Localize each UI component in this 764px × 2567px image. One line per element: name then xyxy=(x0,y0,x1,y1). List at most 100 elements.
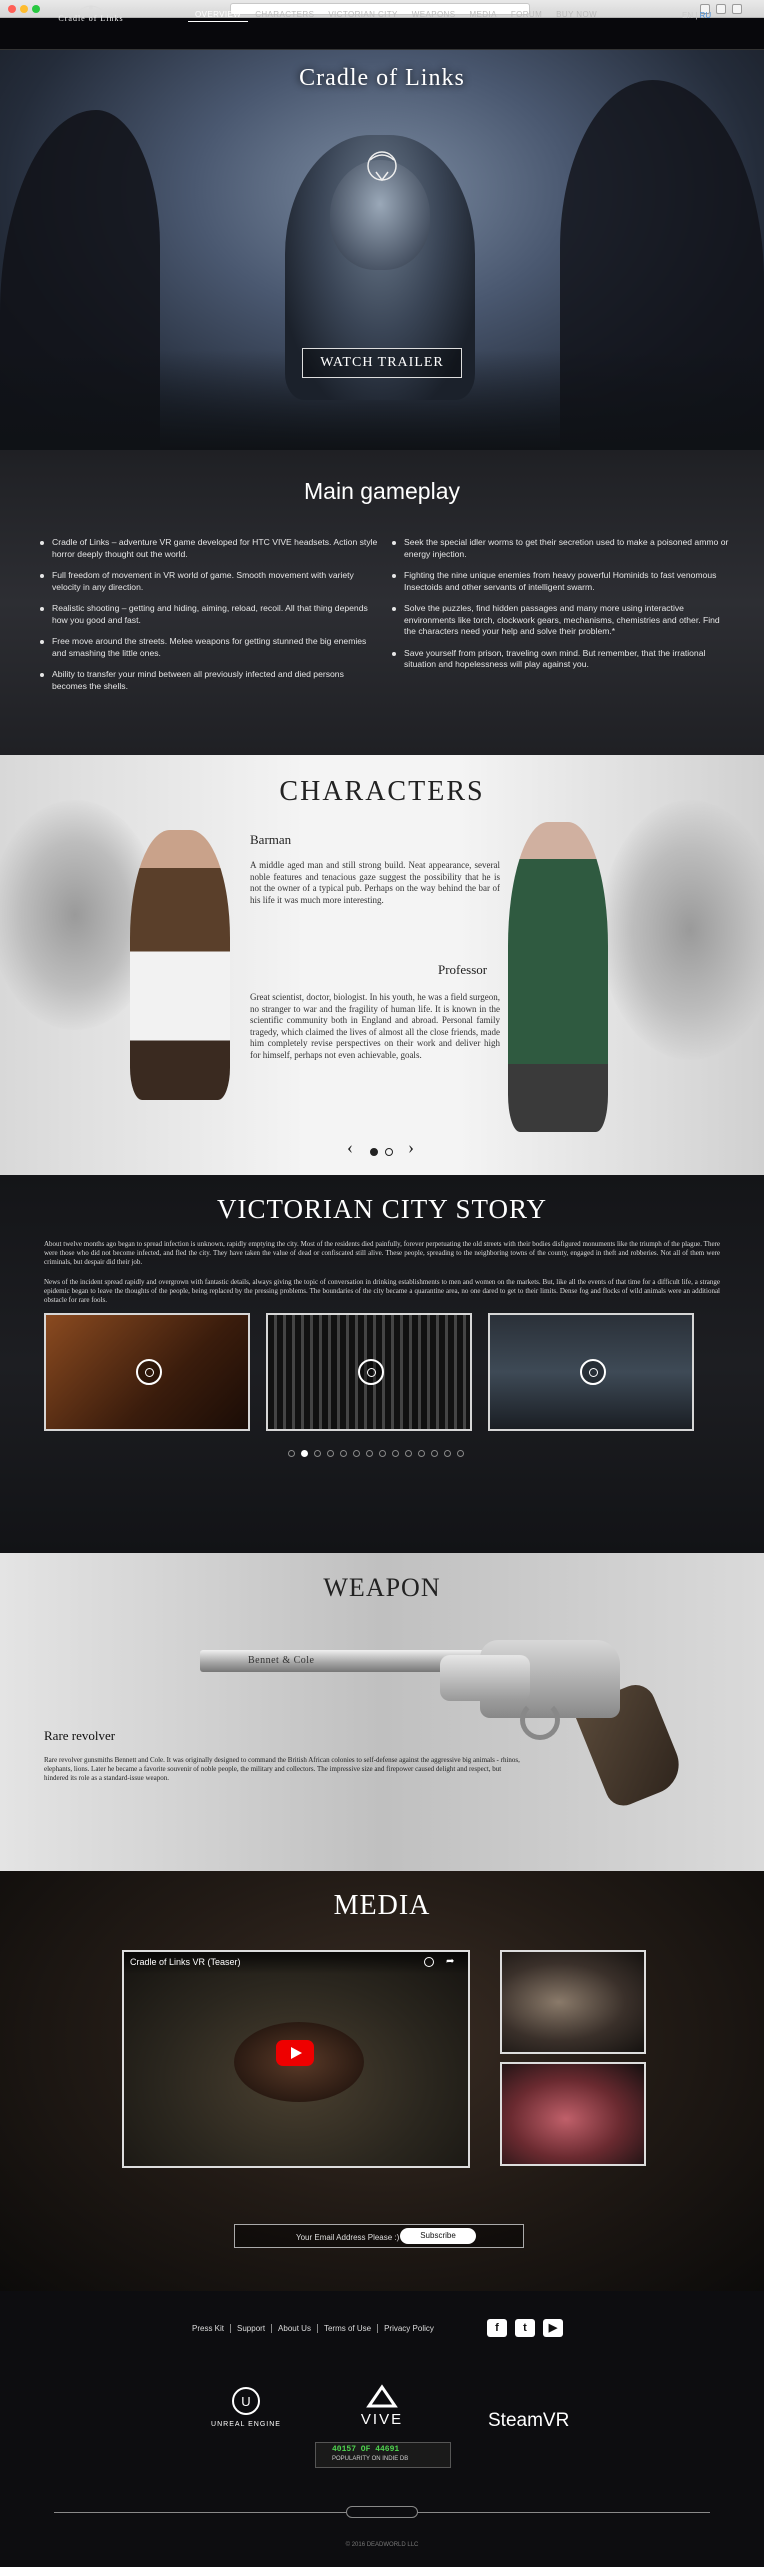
weapon-title: WEAPON xyxy=(323,1573,441,1602)
footer-link-about-us[interactable]: About Us xyxy=(272,2324,318,2333)
vive-label: VIVE xyxy=(360,2411,404,2428)
gallery-dot[interactable] xyxy=(353,1450,360,1457)
indiedb-label: POPULARITY ON INDIE DB xyxy=(332,2456,409,2462)
carousel-dot-1[interactable] xyxy=(370,1148,378,1156)
zoom-icon[interactable] xyxy=(136,1359,162,1385)
vive-logo[interactable]: VIVE xyxy=(348,2384,416,2428)
twitter-icon[interactable]: t xyxy=(515,2319,535,2337)
professor-figure xyxy=(508,822,608,1132)
zoom-icon[interactable] xyxy=(580,1359,606,1385)
site-logo[interactable]: Cradle of Links xyxy=(52,2,130,30)
subscribe-button[interactable]: Subscribe xyxy=(400,2228,476,2244)
language-switcher: EN | RU xyxy=(682,11,712,20)
gameplay-list-right: Seek the special idler worms to get thei… xyxy=(390,537,730,681)
gallery-dot[interactable] xyxy=(379,1450,386,1457)
list-item: Cradle of Links – adventure VR game deve… xyxy=(38,537,378,560)
gallery-dot[interactable] xyxy=(444,1450,451,1457)
footer-ornament xyxy=(346,2506,418,2518)
clock-icon[interactable] xyxy=(424,1957,434,1967)
professor-description: Great scientist, doctor, biologist. In h… xyxy=(250,992,500,1060)
hero-emblem-icon xyxy=(362,146,402,186)
unreal-icon: U xyxy=(232,2387,260,2415)
footer-link-terms[interactable]: Terms of Use xyxy=(318,2324,379,2333)
vive-icon xyxy=(366,2384,398,2408)
footer-link-press-kit[interactable]: Press Kit xyxy=(186,2324,232,2333)
footer-links: Press Kit Support About Us Terms of Use … xyxy=(186,2324,440,2333)
screenshot-1[interactable] xyxy=(44,1313,250,1431)
list-item: Fighting the nine unique enemies from he… xyxy=(390,570,730,593)
gallery-dot[interactable] xyxy=(301,1450,308,1457)
nav-link-characters[interactable]: CHARACTERS xyxy=(248,10,321,22)
characters-prev-button[interactable]: ‹ xyxy=(347,1137,353,1158)
indiedb-badge[interactable]: 40157 OF 44691 POPULARITY ON INDIE DB xyxy=(315,2442,451,2468)
video-player[interactable]: Cradle of Links VR (Teaser) ➦ xyxy=(122,1950,470,2168)
list-item: Realistic shooting – getting and hiding,… xyxy=(38,603,378,626)
lang-en[interactable]: EN xyxy=(682,11,693,20)
window-zoom-button[interactable] xyxy=(32,5,40,13)
add-tab-browser-icon[interactable] xyxy=(732,4,742,14)
logo-text: Cradle of Links xyxy=(58,14,124,23)
revolver-cylinder xyxy=(440,1655,530,1701)
list-item: Full freedom of movement in VR world of … xyxy=(38,570,378,593)
screenshot-2[interactable] xyxy=(266,1313,472,1431)
media-thumb-creature[interactable] xyxy=(500,1950,646,2054)
gallery-dot[interactable] xyxy=(431,1450,438,1457)
watch-trailer-button[interactable]: WATCH TRAILER xyxy=(302,348,462,378)
victorian-paragraph-1: About twelve months ago began to spread … xyxy=(44,1240,720,1266)
unreal-engine-logo[interactable]: U UNREAL ENGINE xyxy=(206,2386,286,2428)
carousel-dot-2[interactable] xyxy=(385,1148,393,1156)
gallery-dot[interactable] xyxy=(314,1450,321,1457)
window-close-button[interactable] xyxy=(8,5,16,13)
gallery-dot[interactable] xyxy=(418,1450,425,1457)
facebook-icon[interactable]: f xyxy=(487,2319,507,2337)
nav-link-forum[interactable]: FORUM xyxy=(504,10,549,22)
revolver-engraving: Bennet & Cole xyxy=(248,1655,315,1666)
footer-link-support[interactable]: Support xyxy=(231,2324,273,2333)
media-title: MEDIA xyxy=(333,1890,431,1921)
nav-link-weapons[interactable]: WEAPONS xyxy=(405,10,463,22)
unreal-label: UNREAL ENGINE xyxy=(211,2421,281,2428)
tabs-browser-icon[interactable] xyxy=(716,4,726,14)
nav-link-buy-now[interactable]: BUY NOW xyxy=(549,10,604,22)
characters-next-button[interactable]: › xyxy=(408,1137,414,1158)
gallery-dot[interactable] xyxy=(457,1450,464,1457)
share-icon[interactable]: ➦ xyxy=(446,1956,454,1967)
gallery-dot[interactable] xyxy=(366,1450,373,1457)
barman-figure xyxy=(130,830,230,1100)
gallery-dot[interactable] xyxy=(392,1450,399,1457)
media-thumb-pig[interactable] xyxy=(500,2062,646,2166)
gallery-dot[interactable] xyxy=(405,1450,412,1457)
steamvr-logo[interactable]: SteamVR xyxy=(488,2410,598,2432)
hero-title: Cradle of Links xyxy=(299,65,465,91)
list-item: Save yourself from prison, traveling own… xyxy=(390,648,730,671)
logo-emblem-icon xyxy=(77,5,105,13)
nav-link-overview[interactable]: OVERVIEW xyxy=(188,10,249,22)
barman-name: Barman xyxy=(250,832,292,847)
gallery-dot[interactable] xyxy=(327,1450,334,1457)
list-item: Free move around the streets. Melee weap… xyxy=(38,636,378,659)
weapon-description: Rare revolver gunsmiths Bennett and Cole… xyxy=(44,1756,520,1782)
zoom-icon[interactable] xyxy=(358,1359,384,1385)
youtube-icon[interactable]: ▶ xyxy=(543,2319,563,2337)
svg-text:U: U xyxy=(241,2394,250,2409)
youtube-play-icon[interactable] xyxy=(276,2040,314,2066)
revolver-trigger-guard xyxy=(520,1700,560,1740)
lang-ru[interactable]: RU xyxy=(700,11,712,20)
gameplay-title: Main gameplay xyxy=(304,478,460,504)
gallery-dot[interactable] xyxy=(288,1450,295,1457)
characters-title: CHARACTERS xyxy=(279,776,485,807)
nav-link-media[interactable]: MEDIA xyxy=(462,10,503,22)
copyright: © 2016 DEADWORLD LLC xyxy=(345,2542,419,2548)
video-title[interactable]: Cradle of Links VR (Teaser) xyxy=(130,1957,241,1967)
nav-link-victorian-city[interactable]: VICTORIAN CITY xyxy=(321,10,404,22)
list-item: Solve the puzzles, find hidden passages … xyxy=(390,603,730,638)
victorian-title: VICTORIAN CITY STORY xyxy=(216,1194,548,1224)
gallery-dot[interactable] xyxy=(340,1450,347,1457)
victorian-paragraph-2: News of the incident spread rapidly and … xyxy=(44,1278,720,1304)
footer-link-privacy[interactable]: Privacy Policy xyxy=(378,2324,440,2333)
professor-name: Professor xyxy=(438,962,488,977)
email-label: Your Email Address Please :) xyxy=(296,2233,400,2242)
list-item: Ability to transfer your mind between al… xyxy=(38,669,378,692)
screenshot-3[interactable] xyxy=(488,1313,694,1431)
window-minimize-button[interactable] xyxy=(20,5,28,13)
